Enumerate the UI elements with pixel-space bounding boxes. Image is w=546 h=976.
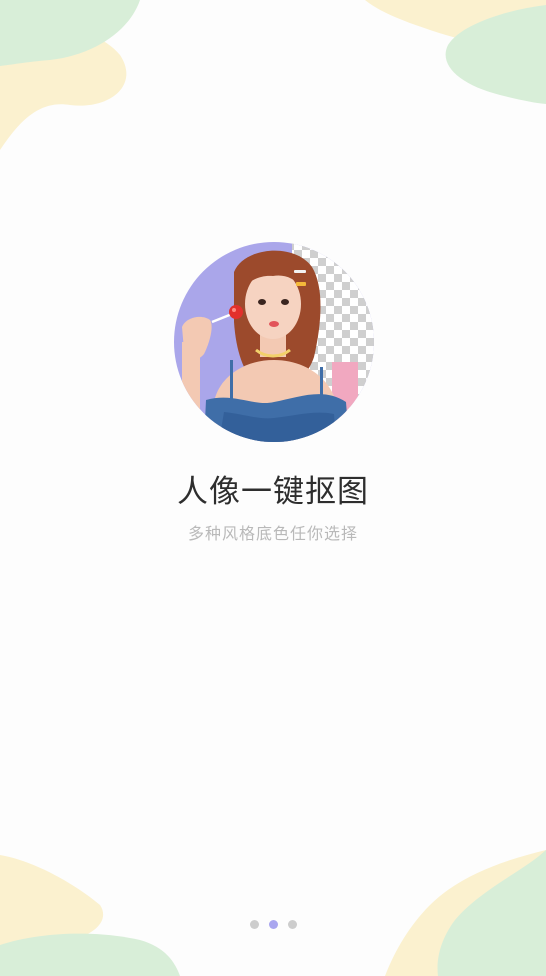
decor-blob-bottom-left-green xyxy=(0,933,180,976)
onboarding-subtitle: 多种风格底色任你选择 xyxy=(187,524,358,543)
page-indicator-dot[interactable] xyxy=(249,920,259,929)
page-indicator xyxy=(0,920,546,930)
onboarding-title: 人像一键抠图 xyxy=(177,474,369,510)
page-indicator-dot-active[interactable] xyxy=(268,920,278,929)
onboarding-screen[interactable]: 人像一键抠图 多种风格底色任你选择 xyxy=(0,0,546,976)
portrait-cutout-illustration xyxy=(174,242,374,442)
page-indicator-dot[interactable] xyxy=(287,920,297,929)
